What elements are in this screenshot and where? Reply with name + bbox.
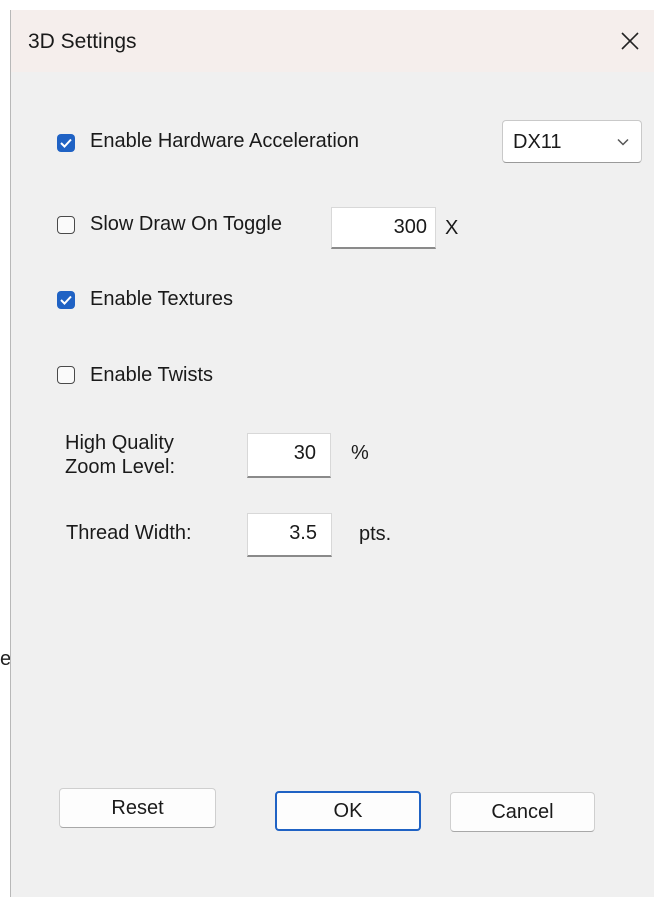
hardware-acceleration-label[interactable]: Enable Hardware Acceleration xyxy=(90,130,359,153)
close-icon[interactable] xyxy=(615,26,645,56)
slow-draw-label[interactable]: Slow Draw On Toggle xyxy=(90,213,282,236)
chevron-down-icon xyxy=(617,138,629,146)
ok-button[interactable]: OK xyxy=(275,791,421,831)
reset-button[interactable]: Reset xyxy=(59,788,216,828)
multiplier-unit: X xyxy=(445,217,459,239)
dialog-title: 3D Settings xyxy=(28,30,137,53)
background-window xyxy=(0,0,10,897)
checkmark-icon xyxy=(60,295,72,305)
twists-checkbox[interactable] xyxy=(57,366,75,384)
thread-width-label: Thread Width: xyxy=(66,522,192,544)
zoom-level-label: High Quality Zoom Level: xyxy=(65,432,176,478)
hardware-acceleration-checkbox[interactable] xyxy=(57,134,75,152)
slow-draw-checkbox[interactable] xyxy=(57,216,75,234)
settings-dialog: 3D Settings Enable Hardware Acceleration… xyxy=(10,10,654,897)
checkmark-icon xyxy=(60,138,72,148)
title-bar: 3D Settings xyxy=(11,10,654,72)
textures-checkbox[interactable] xyxy=(57,291,75,309)
cancel-button[interactable]: Cancel xyxy=(450,792,595,832)
points-unit: pts. xyxy=(359,523,392,545)
percent-unit: % xyxy=(351,442,369,464)
twists-label[interactable]: Enable Twists xyxy=(90,364,213,387)
zoom-level-input[interactable]: 30 xyxy=(247,433,331,478)
thread-width-input[interactable]: 3.5 xyxy=(247,513,332,557)
renderer-select-value: DX11 xyxy=(513,131,562,153)
renderer-select[interactable]: DX11 xyxy=(502,120,642,163)
slow-draw-multiplier-input[interactable]: 300 xyxy=(331,207,436,249)
textures-label[interactable]: Enable Textures xyxy=(90,288,233,311)
